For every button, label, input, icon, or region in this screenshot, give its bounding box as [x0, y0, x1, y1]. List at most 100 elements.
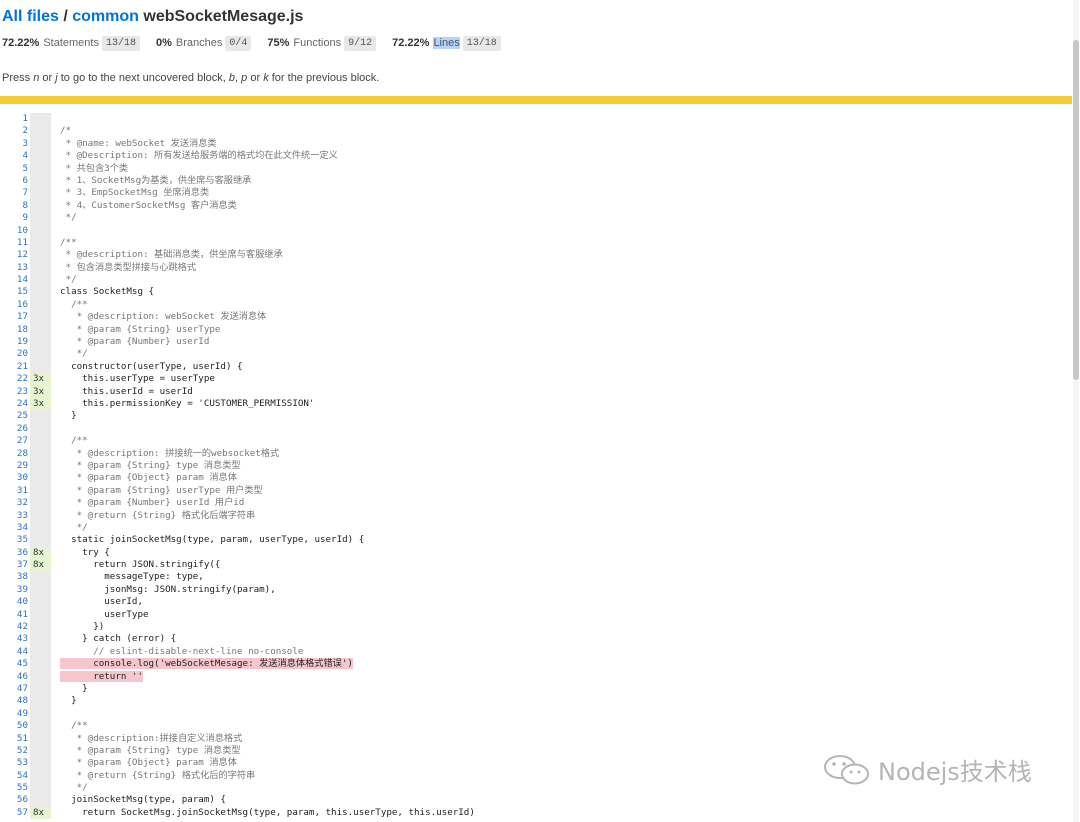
- line-number-link[interactable]: 19: [0, 336, 30, 348]
- line-number-link[interactable]: 22: [0, 373, 30, 385]
- line-number-link[interactable]: 38: [0, 571, 30, 583]
- code-line: 50 /**: [0, 720, 1072, 733]
- code-text: */: [60, 521, 88, 533]
- line-number-link[interactable]: 20: [0, 348, 30, 360]
- line-number-link[interactable]: 14: [0, 274, 30, 286]
- line-number-link[interactable]: 55: [0, 782, 30, 794]
- code-text: return SocketMsg.joinSocketMsg(type, par…: [60, 806, 475, 818]
- line-number-link[interactable]: 3: [0, 138, 30, 150]
- line-number-link[interactable]: 8: [0, 200, 30, 212]
- hit-count: [30, 236, 51, 250]
- line-number-link[interactable]: 12: [0, 249, 30, 261]
- hit-count: 3x: [30, 385, 51, 398]
- line-number-link[interactable]: 6: [0, 175, 30, 187]
- code-text: this.userId = userId: [60, 385, 193, 397]
- scrollbar-thumb[interactable]: [1073, 40, 1079, 380]
- line-number-link[interactable]: 29: [0, 460, 30, 472]
- line-number-link[interactable]: 32: [0, 497, 30, 509]
- code-line: 22 3x this.userType = userType: [0, 373, 1072, 386]
- line-number-link[interactable]: 17: [0, 311, 30, 323]
- line-number-link[interactable]: 35: [0, 534, 30, 546]
- scrollbar[interactable]: [1073, 0, 1079, 822]
- statements-label: Statements: [43, 37, 99, 49]
- code-text: * @description: 拼接统一的websocket格式: [60, 447, 280, 459]
- code-line: 43 } catch (error) {: [0, 633, 1072, 646]
- source-text: [51, 423, 1072, 435]
- line-number-link[interactable]: 57: [0, 807, 30, 819]
- line-number-link[interactable]: 39: [0, 584, 30, 596]
- line-number-link[interactable]: 4: [0, 150, 30, 162]
- line-number-link[interactable]: 45: [0, 658, 30, 670]
- source-text: * @name: webSocket 发送消息类: [51, 138, 1072, 150]
- code-text: * 3、EmpSocketMsg 坐席消息类: [60, 187, 210, 199]
- line-number-link[interactable]: 40: [0, 596, 30, 608]
- code-line: 10: [0, 224, 1072, 237]
- all-files-link[interactable]: All files: [2, 8, 59, 25]
- line-number-link[interactable]: 10: [0, 225, 30, 237]
- line-number-link[interactable]: 44: [0, 646, 30, 658]
- line-number-link[interactable]: 36: [0, 547, 30, 559]
- folder-link[interactable]: common: [72, 8, 139, 25]
- line-number-link[interactable]: 43: [0, 633, 30, 645]
- line-number-link[interactable]: 11: [0, 237, 30, 249]
- line-number-link[interactable]: 2: [0, 125, 30, 137]
- line-number-link[interactable]: 54: [0, 770, 30, 782]
- line-number-link[interactable]: 50: [0, 720, 30, 732]
- code-text: * @name: webSocket 发送消息类: [60, 137, 217, 149]
- line-number-link[interactable]: 26: [0, 423, 30, 435]
- line-number-link[interactable]: 41: [0, 609, 30, 621]
- line-number-link[interactable]: 49: [0, 708, 30, 720]
- hit-count: [30, 509, 51, 522]
- line-number-link[interactable]: 23: [0, 386, 30, 398]
- code-line: 23 3x this.userId = userId: [0, 385, 1072, 398]
- hit-count: [30, 794, 51, 807]
- line-number-link[interactable]: 1: [0, 113, 30, 125]
- line-number-link[interactable]: 5: [0, 163, 30, 175]
- source-text: constructor(userType, userId) {: [51, 361, 1072, 373]
- line-number-link[interactable]: 27: [0, 435, 30, 447]
- code-line: 17 * @description: webSocket 发送消息体: [0, 311, 1072, 324]
- line-number-link[interactable]: 18: [0, 324, 30, 336]
- source-text: * @param {Object} param 消息体: [51, 472, 1072, 484]
- line-number-link[interactable]: 48: [0, 695, 30, 707]
- line-number-link[interactable]: 21: [0, 361, 30, 373]
- hit-count: [30, 707, 51, 721]
- line-number-link[interactable]: 31: [0, 485, 30, 497]
- source-text: console.log('webSocketMesage: 发送消息体格式错误'…: [51, 658, 1072, 670]
- line-number-link[interactable]: 16: [0, 299, 30, 311]
- line-number-link[interactable]: 28: [0, 448, 30, 460]
- code-line: 28 * @description: 拼接统一的websocket格式: [0, 447, 1072, 460]
- code-text: * @return {String} 格式化后端字符串: [60, 509, 256, 521]
- line-number-link[interactable]: 9: [0, 212, 30, 224]
- code-line: 15 class SocketMsg {: [0, 286, 1072, 299]
- line-number-link[interactable]: 53: [0, 757, 30, 769]
- hit-count: 3x: [30, 397, 51, 411]
- line-number-link[interactable]: 52: [0, 745, 30, 757]
- hit-count: [30, 162, 51, 175]
- lines-fraction: 13/18: [462, 35, 501, 51]
- line-number-link[interactable]: 56: [0, 794, 30, 806]
- line-number-link[interactable]: 24: [0, 398, 30, 410]
- line-number-link[interactable]: 47: [0, 683, 30, 695]
- line-number-link[interactable]: 30: [0, 472, 30, 484]
- code-text: */: [60, 212, 77, 224]
- line-number-link[interactable]: 13: [0, 262, 30, 274]
- code-text: * @param {String} userType 用户类型: [60, 484, 263, 496]
- line-number-link[interactable]: 51: [0, 733, 30, 745]
- line-number-link[interactable]: 34: [0, 522, 30, 534]
- keyboard-help: Press n or j to go to the next uncovered…: [2, 72, 1080, 84]
- statements-fraction: 13/18: [101, 35, 140, 51]
- line-number-link[interactable]: 37: [0, 559, 30, 571]
- line-number-link[interactable]: 42: [0, 621, 30, 633]
- source-text: joinSocketMsg(type, param) {: [51, 794, 1072, 806]
- line-number-link[interactable]: 46: [0, 671, 30, 683]
- line-number-link[interactable]: 7: [0, 187, 30, 199]
- line-number-link[interactable]: 15: [0, 286, 30, 298]
- line-number-link[interactable]: 33: [0, 510, 30, 522]
- functions-label: Functions: [293, 37, 342, 49]
- watermark: Nodejs技术栈: [822, 752, 1032, 787]
- code-text: joinSocketMsg(type, param) {: [60, 794, 226, 806]
- line-number-link[interactable]: 25: [0, 410, 30, 422]
- hit-count: [30, 744, 51, 758]
- code-line: 24 3x this.permissionKey = 'CUSTOMER_PERM…: [0, 397, 1072, 411]
